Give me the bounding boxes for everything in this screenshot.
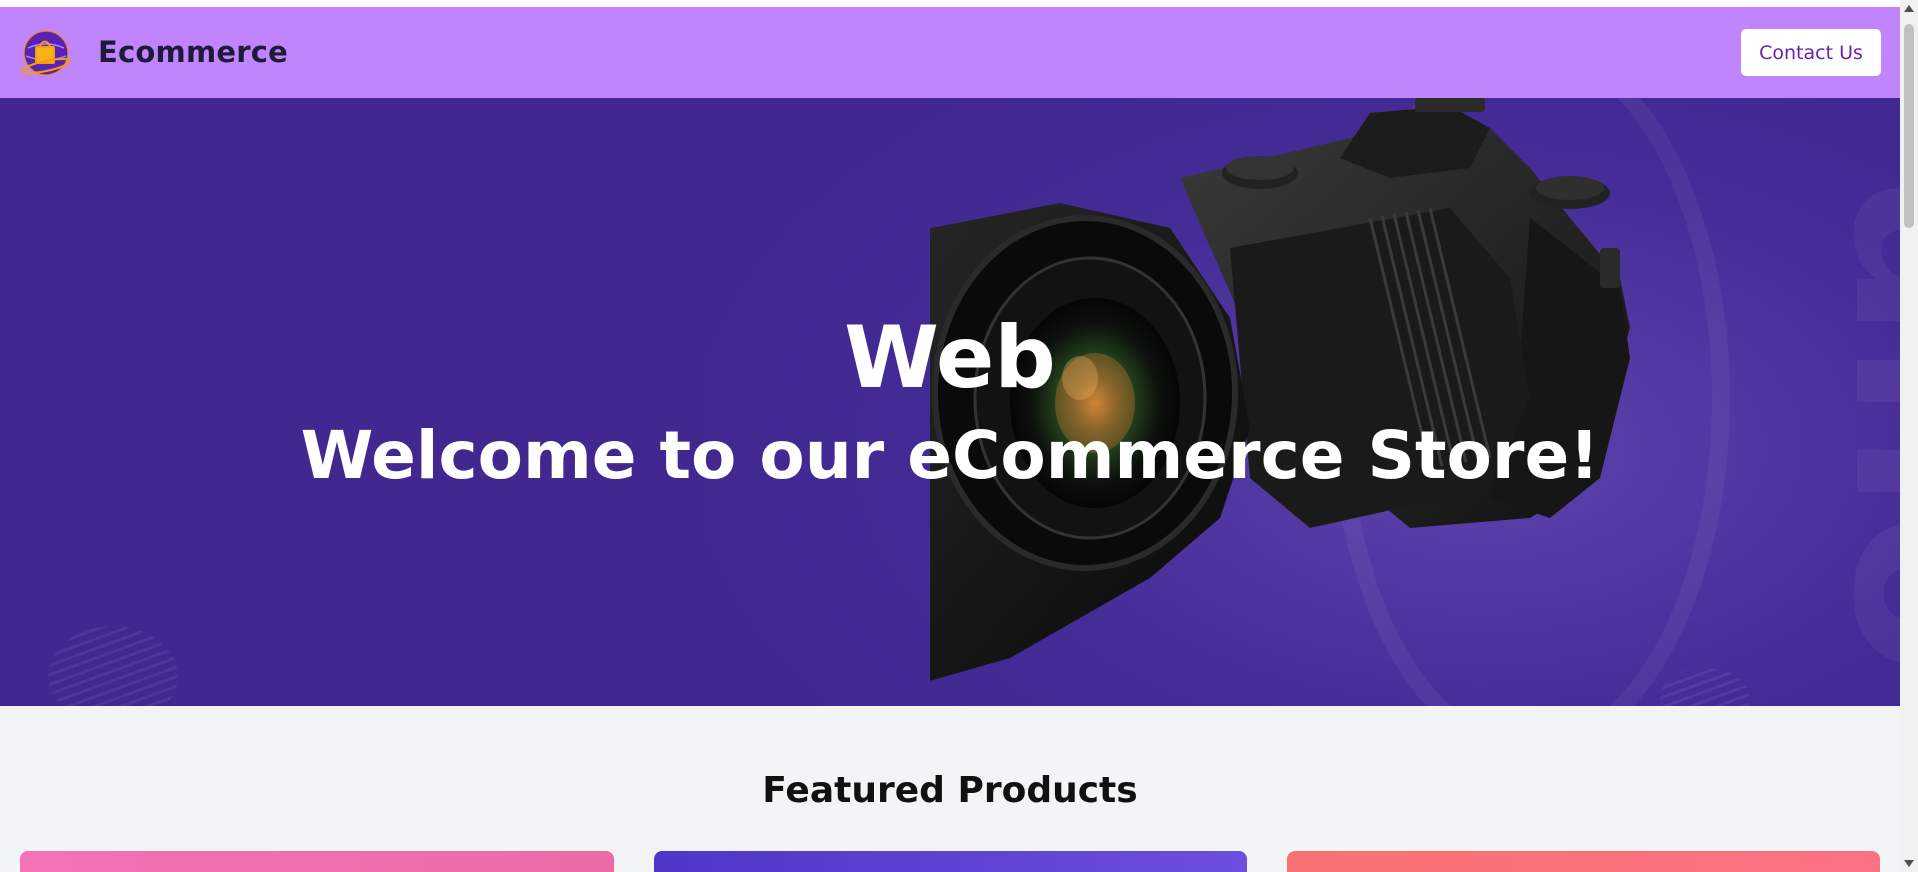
globe-shopping-bag-icon[interactable] [20,28,72,78]
vertical-scrollbar[interactable] [1900,0,1918,872]
product-card[interactable] [1287,851,1880,872]
product-card[interactable] [654,851,1247,872]
scrollbar-thumb[interactable] [1904,24,1914,228]
section-title: Featured Products [762,770,1138,811]
contact-us-button[interactable]: Contact Us [1741,29,1881,76]
hero-subtitle: Welcome to our eCommerce Store! [300,417,1600,494]
product-card[interactable] [20,851,614,872]
hero-decor-stripes-left [48,626,178,706]
featured-products-section: Featured Products [0,706,1900,872]
scroll-down-arrow-icon[interactable] [1904,860,1914,867]
hero-title: Web [844,308,1056,408]
scroll-up-arrow-icon[interactable] [1904,5,1914,12]
hero-banner: ano Web Welcome to our eCommerce Store! [0,98,1900,706]
top-strip [0,0,1900,7]
navbar: Ecommerce Contact Us [0,7,1900,98]
brand-name[interactable]: Ecommerce [98,35,288,69]
